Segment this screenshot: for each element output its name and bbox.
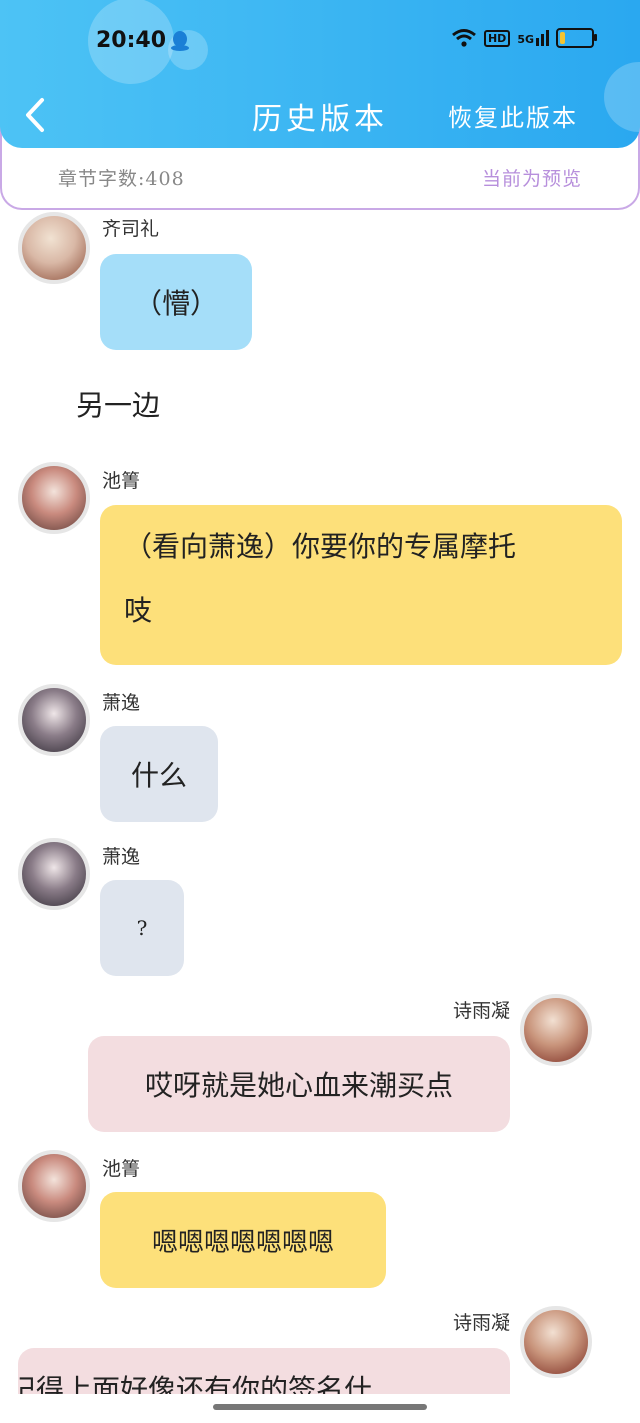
avatar[interactable] — [18, 684, 90, 756]
wifi-icon — [452, 29, 476, 47]
restore-version-button[interactable]: 恢复此版本 — [448, 98, 578, 133]
chat-bubble: ? — [100, 880, 184, 976]
top-header: 20:40 HD 5G 历史版本 恢复此版本 — [0, 0, 640, 148]
signal-icon: 5G — [517, 30, 549, 46]
chat-bubble: （懵） — [100, 254, 252, 350]
chat-bubble: 记得上面好像还有你的签名什 — [18, 1348, 510, 1394]
word-count-label: 章节字数:408 — [58, 168, 185, 190]
chat-bubble-clip: 记得上面好像还有你的签名什 — [18, 1348, 510, 1394]
chat-bubble: （看向萧逸）你要你的专属摩托 吱 — [100, 505, 622, 665]
battery-icon — [556, 28, 597, 48]
home-indicator[interactable] — [213, 1404, 427, 1410]
sender-name: 齐司礼 — [102, 218, 160, 240]
chat-bubble-line: （看向萧逸）你要你的专属摩托 — [124, 530, 517, 563]
sender-name: 诗雨凝 — [452, 1312, 510, 1334]
chat-bubble: 嗯嗯嗯嗯嗯嗯嗯 — [100, 1192, 386, 1288]
avatar[interactable] — [18, 462, 90, 534]
sender-name: 萧逸 — [102, 692, 141, 714]
avatar[interactable] — [18, 212, 90, 284]
avatar[interactable] — [18, 838, 90, 910]
chat-bubble: 哎呀就是她心血来潮买点 — [88, 1036, 510, 1132]
sender-name: 池箐 — [102, 1158, 141, 1180]
avatar[interactable] — [520, 1306, 592, 1378]
battery-level-fill — [560, 32, 566, 44]
sender-name: 萧逸 — [102, 846, 141, 868]
chat-bubble-line: 吱 — [124, 594, 153, 627]
network-type-label: 5G — [517, 33, 534, 46]
sender-name: 池箐 — [102, 470, 141, 492]
hd-badge: HD — [483, 29, 511, 47]
avatar[interactable] — [520, 994, 592, 1066]
narration-text: 另一边 — [76, 389, 161, 422]
preview-status-label: 当前为预览 — [481, 168, 582, 190]
chat-bubble-text: 记得上面好像还有你的签名什 — [18, 1373, 373, 1394]
qq-penguin-icon — [171, 31, 189, 51]
chat-bubble: 什么 — [100, 726, 218, 822]
status-icons: HD 5G — [451, 28, 597, 48]
sender-name: 诗雨凝 — [452, 1000, 510, 1022]
status-time: 20:40 — [96, 28, 167, 53]
avatar[interactable] — [18, 1150, 90, 1222]
